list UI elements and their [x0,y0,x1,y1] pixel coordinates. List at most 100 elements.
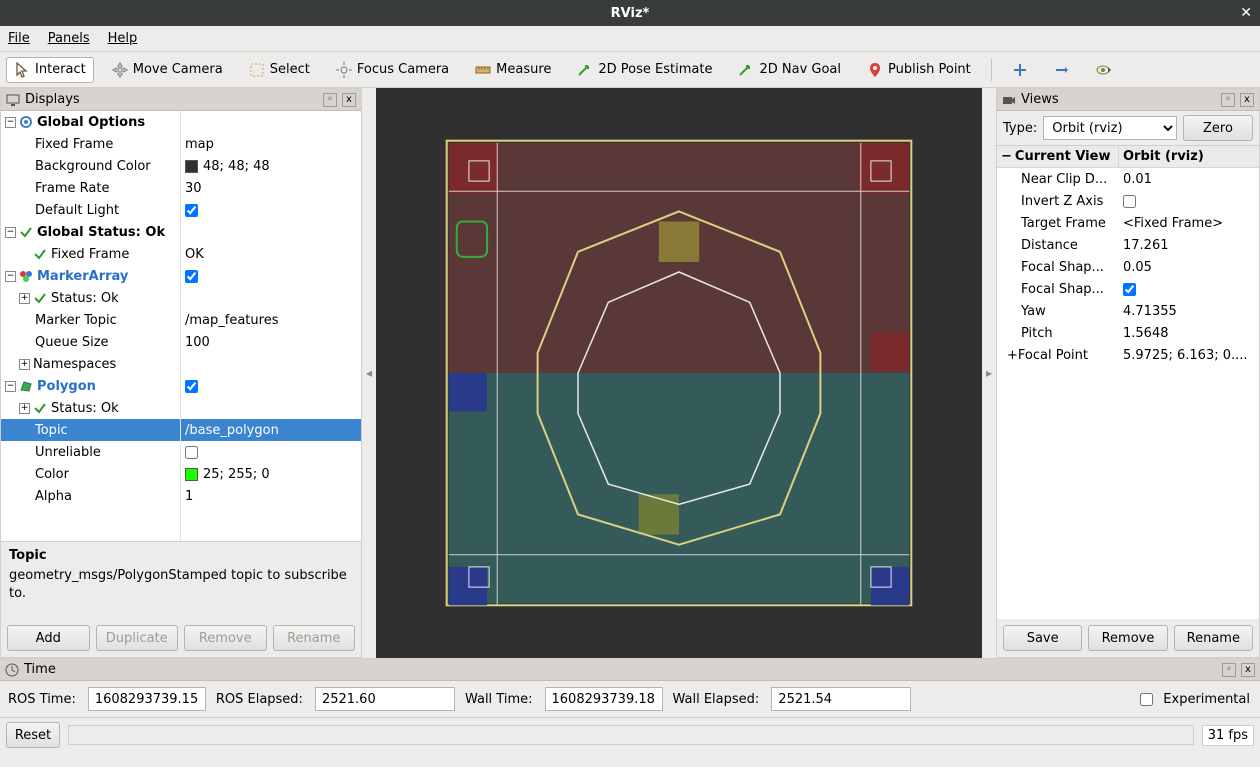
marker-topic-value[interactable]: /map_features [185,313,278,328]
views-tree[interactable]: −Current View Orbit (rviz) Near Clip D..… [997,146,1259,619]
ros-time-label: ROS Time: [8,692,76,707]
frame-rate-label[interactable]: Frame Rate [35,181,109,196]
ros-time-input[interactable] [88,687,206,711]
focal-shape-fixed-label[interactable]: Focal Shap... [1021,282,1104,297]
fixed-frame-status-value: OK [185,247,204,262]
pitch-label[interactable]: Pitch [1021,326,1053,341]
add-tool-button[interactable] [1004,57,1036,83]
default-light-label[interactable]: Default Light [35,203,119,218]
experimental-checkbox[interactable] [1140,693,1153,706]
polygon-color-swatch[interactable] [185,468,198,481]
move-camera-button[interactable]: Move Camera [104,57,231,83]
views-close-icon[interactable]: ◦ [1221,93,1235,107]
near-clip-label[interactable]: Near Clip D... [1021,172,1107,187]
polygon-topic-label[interactable]: Topic [35,423,68,438]
save-view-button[interactable]: Save [1003,625,1082,651]
focal-shape-size-label[interactable]: Focal Shap... [1021,260,1104,275]
time-x-icon[interactable]: x [1241,663,1255,677]
marker-status-label[interactable]: Status: Ok [51,291,119,306]
focal-point-value[interactable]: 5.9725; 6.163; 0.... [1119,348,1259,363]
collapse-right-icon[interactable]: ▸ [982,366,996,380]
unreliable-label[interactable]: Unreliable [35,445,101,460]
3d-viewport[interactable] [376,88,982,658]
polygon-alpha-value[interactable]: 1 [185,489,193,504]
polygon-color-label[interactable]: Color [35,467,69,482]
interact-button[interactable]: Interact [6,57,94,83]
remove-tool-button[interactable] [1046,57,1078,83]
fixed-frame-label[interactable]: Fixed Frame [35,137,113,152]
nav-goal-button[interactable]: 2D Nav Goal [730,57,849,83]
yaw-value[interactable]: 4.71355 [1119,304,1259,319]
zero-button[interactable]: Zero [1183,115,1253,141]
menu-panels[interactable]: Panels [48,31,90,46]
focal-point-label[interactable]: Focal Point [1018,348,1088,363]
pitch-value[interactable]: 1.5648 [1119,326,1259,341]
reset-button[interactable]: Reset [6,722,60,748]
distance-label[interactable]: Distance [1021,238,1078,253]
fixed-frame-status-label[interactable]: Fixed Frame [51,247,129,262]
polygon-topic-value[interactable]: /base_polygon [185,423,279,438]
window-title: RViz* [611,6,650,21]
global-status-item[interactable]: Global Status: Ok [37,225,165,240]
pose-estimate-button[interactable]: 2D Pose Estimate [569,57,720,83]
invert-z-checkbox[interactable] [1123,195,1136,208]
ros-elapsed-input[interactable] [315,687,455,711]
invert-z-label[interactable]: Invert Z Axis [1021,194,1103,209]
frame-rate-value[interactable]: 30 [185,181,202,196]
wall-elapsed-input[interactable] [771,687,911,711]
marker-array-checkbox[interactable] [185,270,198,283]
displays-x-icon[interactable]: x [342,93,356,107]
displays-close-icon[interactable]: ◦ [323,93,337,107]
marker-array-item[interactable]: MarkerArray [37,269,128,284]
bgcolor-value[interactable]: 48; 48; 48 [203,159,270,174]
queue-size-value[interactable]: 100 [185,335,210,350]
remove-button[interactable]: Remove [184,625,267,651]
distance-value[interactable]: 17.261 [1119,238,1259,253]
remove-view-button[interactable]: Remove [1088,625,1167,651]
namespaces-label[interactable]: Namespaces [33,357,116,372]
target-frame-label[interactable]: Target Frame [1021,216,1106,231]
measure-button[interactable]: Measure [467,57,559,83]
wall-time-input[interactable] [545,687,663,711]
publish-point-button[interactable]: Publish Point [859,57,979,83]
background-color-label[interactable]: Background Color [35,159,151,174]
menu-help[interactable]: Help [108,31,138,46]
collapse-left-icon[interactable]: ◂ [362,366,376,380]
default-light-checkbox[interactable] [185,204,198,217]
select-button[interactable]: Select [241,57,318,83]
focus-camera-button[interactable]: Focus Camera [328,57,457,83]
add-button[interactable]: Add [7,625,90,651]
view-type-select[interactable]: Orbit (rviz) [1043,116,1177,140]
polygon-status-label[interactable]: Status: Ok [51,401,119,416]
unreliable-checkbox[interactable] [185,446,198,459]
menu-file[interactable]: File [8,31,30,46]
focus-icon [336,62,352,78]
fixed-frame-value[interactable]: map [185,137,214,152]
arrow-green-icon [577,62,593,78]
target-frame-value[interactable]: <Fixed Frame> [1119,216,1259,231]
visibility-tool-button[interactable] [1088,57,1120,83]
displays-header[interactable]: Displays ◦ x [1,89,361,111]
near-clip-value[interactable]: 0.01 [1119,172,1259,187]
property-description: Topic geometry_msgs/PolygonStamped topic… [1,541,361,619]
rename-button[interactable]: Rename [273,625,356,651]
rename-view-button[interactable]: Rename [1174,625,1253,651]
views-header[interactable]: Views ◦ x [997,89,1259,111]
polygon-alpha-label[interactable]: Alpha [35,489,72,504]
queue-size-label[interactable]: Queue Size [35,335,109,350]
views-x-icon[interactable]: x [1240,93,1254,107]
polygon-checkbox[interactable] [185,380,198,393]
yaw-label[interactable]: Yaw [1021,304,1046,319]
focal-shape-fixed-checkbox[interactable] [1123,283,1136,296]
marker-topic-label[interactable]: Marker Topic [35,313,117,328]
duplicate-button[interactable]: Duplicate [96,625,179,651]
focal-shape-size-value[interactable]: 0.05 [1119,260,1259,275]
polygon-item[interactable]: Polygon [37,379,96,394]
displays-tree[interactable]: −Global Options Fixed Frame Background C… [1,111,361,541]
bgcolor-swatch[interactable] [185,160,198,173]
polygon-color-value[interactable]: 25; 255; 0 [203,467,270,482]
marker-icon [19,269,33,283]
time-close-icon[interactable]: ◦ [1222,663,1236,677]
global-options-item[interactable]: Global Options [37,115,145,130]
window-close-icon[interactable]: ✕ [1240,5,1252,21]
